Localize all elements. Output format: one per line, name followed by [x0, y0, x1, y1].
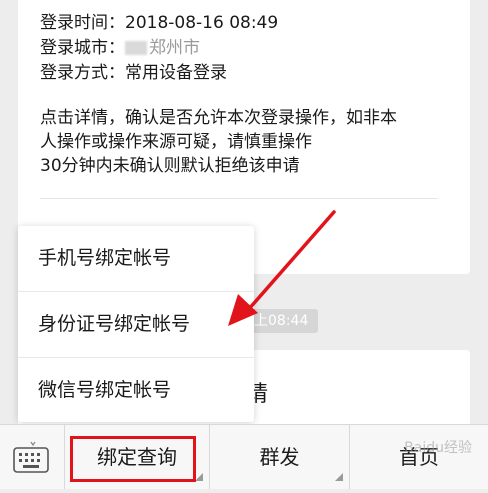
- annotation-arrow-icon: [228, 210, 336, 326]
